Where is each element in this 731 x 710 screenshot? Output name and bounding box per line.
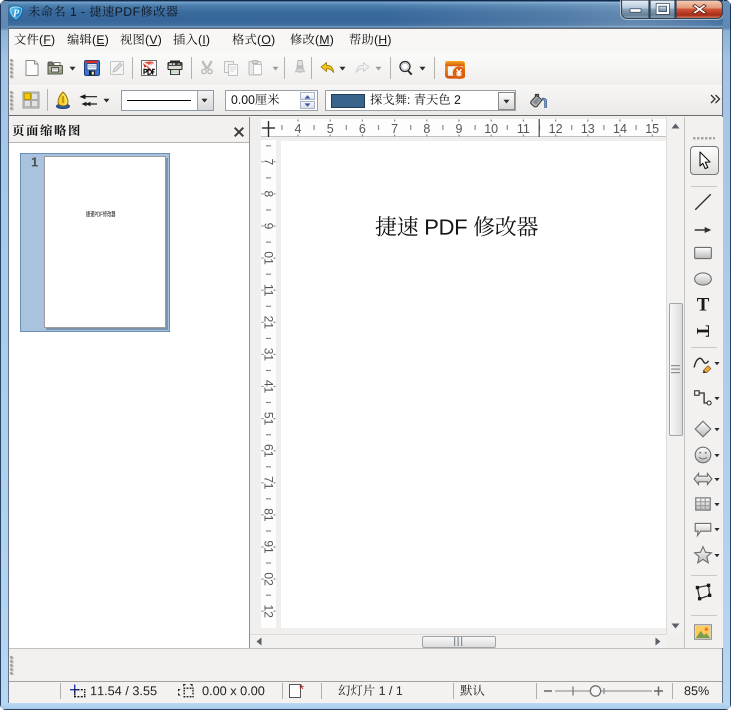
svg-text:*: * bbox=[299, 683, 304, 697]
svg-text:T: T bbox=[693, 325, 713, 337]
svg-text:10: 10 bbox=[484, 122, 498, 136]
svg-text:4: 4 bbox=[295, 122, 302, 136]
svg-text:12: 12 bbox=[549, 122, 563, 136]
svg-text:15: 15 bbox=[645, 122, 659, 136]
svg-text:14: 14 bbox=[613, 122, 627, 136]
svg-text:5: 5 bbox=[327, 122, 334, 136]
svg-text:8: 8 bbox=[423, 122, 430, 136]
svg-text:7: 7 bbox=[391, 122, 398, 136]
svg-text:P: P bbox=[12, 9, 19, 20]
svg-text:6: 6 bbox=[359, 122, 366, 136]
svg-text:9: 9 bbox=[456, 122, 463, 136]
svg-text:T: T bbox=[697, 295, 710, 314]
svg-text:13: 13 bbox=[581, 122, 595, 136]
svg-text:11: 11 bbox=[517, 122, 530, 136]
